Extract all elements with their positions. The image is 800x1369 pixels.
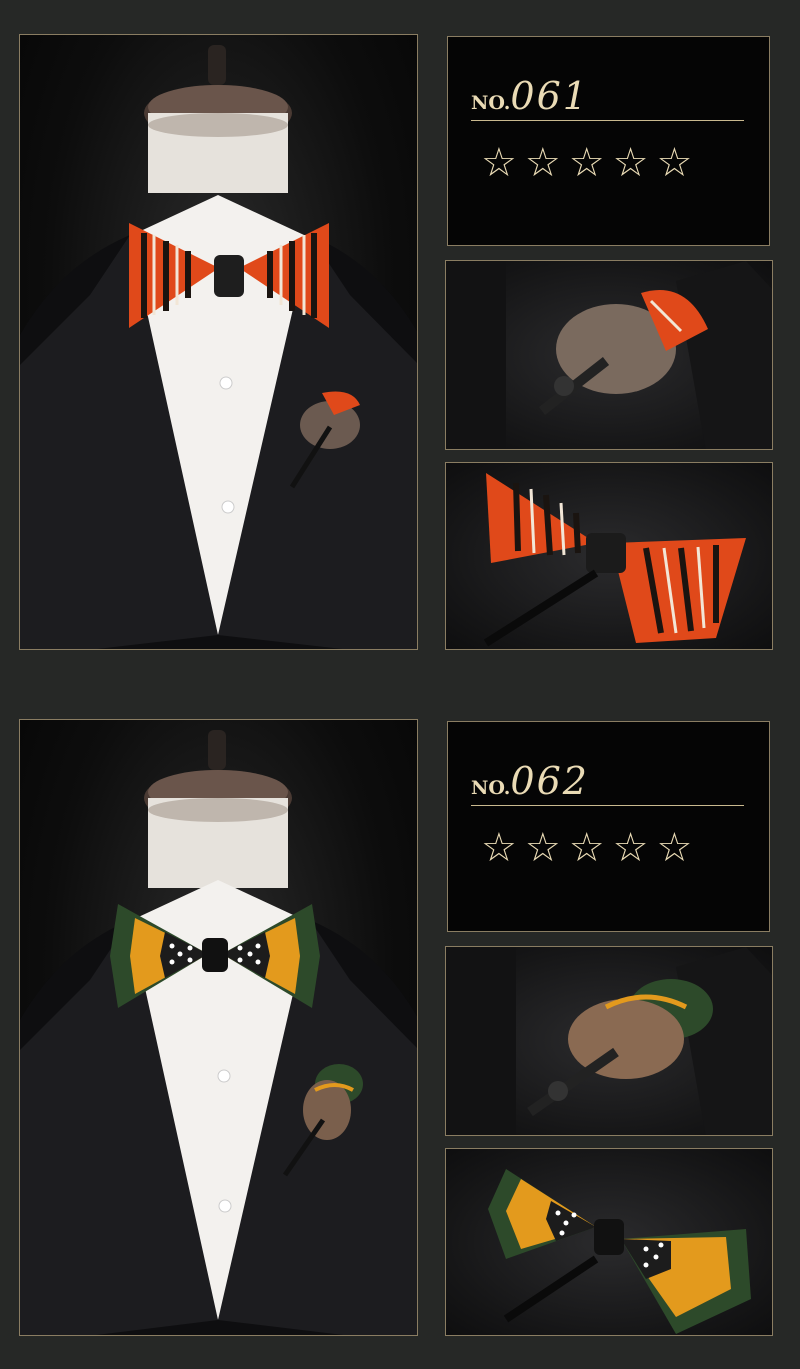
star-icon: ☆☆☆☆☆ [481, 825, 701, 871]
lapel-pin-icon [446, 261, 772, 449]
star-rating: ☆☆☆☆☆ [481, 143, 700, 183]
divider-line [471, 120, 744, 121]
divider-line [471, 805, 744, 806]
product-061-pin-detail [445, 260, 773, 450]
star-rating: ☆☆☆☆☆ [481, 828, 700, 868]
bow-tie-icon [488, 1169, 751, 1334]
product-number: NO.061 [471, 74, 589, 118]
lapel-pin-icon [446, 947, 772, 1135]
product-062-bowtie-detail [445, 1148, 773, 1336]
mannequin-icon [20, 730, 417, 1335]
product-number: NO.062 [471, 759, 589, 803]
product-062-model-photo [19, 719, 418, 1336]
number-value: 061 [510, 74, 589, 118]
number-prefix: NO. [471, 92, 511, 114]
product-061-bowtie-detail [445, 462, 773, 650]
bow-tie-icon [483, 473, 746, 647]
bow-tie-icon [110, 904, 320, 1008]
bow-tie-icon [129, 223, 329, 328]
number-value: 062 [510, 759, 589, 803]
number-prefix: NO. [471, 777, 511, 799]
product-062-pin-detail [445, 946, 773, 1136]
product-061-model-photo [19, 34, 418, 650]
product-061-info-card: NO.061 ☆☆☆☆☆ [447, 36, 770, 246]
lapel-pin-icon [289, 391, 360, 489]
product-062-info-card: NO.062 ☆☆☆☆☆ [447, 721, 770, 932]
star-icon: ☆☆☆☆☆ [481, 140, 701, 186]
lapel-pin-icon [282, 1064, 363, 1177]
